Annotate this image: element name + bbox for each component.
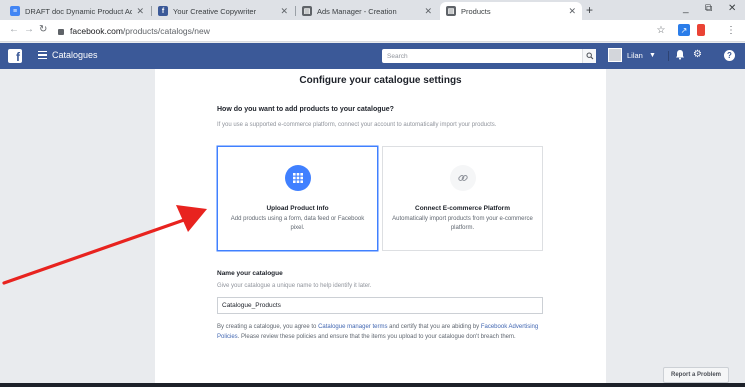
section-title: Catalogues (52, 50, 98, 60)
browser-tab-copywriter[interactable]: f Your Creative Copywriter ✕ (152, 2, 294, 20)
help-icon[interactable]: ? (724, 50, 735, 61)
header-divider (668, 51, 669, 61)
url-path: /products/catalogs/new (122, 26, 210, 36)
terms-text-part: . Please review these policies and ensur… (237, 333, 516, 340)
close-icon[interactable]: ✕ (424, 6, 432, 17)
lock-icon (58, 29, 64, 35)
minimize-icon[interactable]: _ (683, 3, 689, 14)
browser-tab-products[interactable]: ▤ Products ✕ (440, 2, 582, 20)
docs-icon: ≡ (10, 6, 20, 16)
search-input[interactable]: Search (382, 49, 596, 63)
chevron-down-icon[interactable]: ▼ (649, 52, 656, 59)
option-upload-product-info[interactable]: Upload Product Info Add products using a… (217, 146, 378, 251)
search-button[interactable] (582, 49, 596, 63)
close-icon[interactable]: ✕ (568, 6, 576, 17)
hamburger-menu-icon[interactable] (38, 51, 47, 59)
option-description: Automatically import products from your … (392, 216, 533, 231)
question-description: If you use a supported e-commerce platfo… (217, 122, 497, 128)
browser-tab-strip: ≡ DRAFT doc Dynamic Product Ad ✕ f Your … (0, 0, 745, 20)
option-title: Upload Product Info (266, 205, 329, 212)
search-icon (586, 52, 593, 60)
grid-icon (284, 165, 311, 191)
catalogue-settings-panel: Configure your catalogue settings How do… (155, 69, 606, 387)
tab-title: DRAFT doc Dynamic Product Ad (25, 6, 133, 16)
name-catalogue-heading: Name your catalogue (217, 270, 283, 277)
page-title: Configure your catalogue settings (299, 75, 462, 86)
new-tab-button[interactable]: + (586, 3, 593, 17)
question-heading: How do you want to add products to your … (217, 106, 394, 113)
link-icon (449, 165, 476, 191)
browser-toolbar: ← → ↻ facebook.com/products/catalogs/new… (0, 20, 745, 42)
terms-text-part: By creating a catalogue, you agree to (217, 324, 319, 330)
browser-tab-draft-doc[interactable]: ≡ DRAFT doc Dynamic Product Ad ✕ (4, 2, 150, 20)
page-icon: ▤ (302, 6, 312, 16)
option-connect-ecommerce[interactable]: Connect E-commerce Platform Automaticall… (382, 146, 543, 251)
window-close-icon[interactable]: ✕ (728, 3, 736, 14)
tab-title: Your Creative Copywriter (173, 6, 257, 16)
restore-icon[interactable]: ⧉ (705, 3, 712, 14)
name-catalogue-description: Give your catalogue a unique name to hel… (217, 283, 372, 289)
option-title: Connect E-commerce Platform (415, 205, 510, 212)
taskbar-strip (0, 383, 745, 387)
forward-icon[interactable]: → (24, 24, 34, 35)
option-description: Add products using a form, data feed or … (230, 216, 365, 231)
office-extension-icon[interactable] (697, 24, 705, 36)
user-name[interactable]: Lilan (627, 51, 643, 60)
facebook-icon: f (158, 6, 168, 16)
extension-icon[interactable]: ↗ (678, 24, 690, 36)
page-icon: ▤ (446, 6, 456, 16)
tab-title: Ads Manager - Creation (317, 6, 397, 16)
address-bar[interactable]: facebook.com/products/catalogs/new (58, 23, 668, 39)
avatar[interactable] (608, 48, 622, 62)
catalogue-terms-link[interactable]: Catalogue manager terms (318, 324, 387, 330)
facebook-header: f Catalogues Search Lilan ▼ ⚙ ? (0, 43, 745, 69)
menu-kebab-icon[interactable]: ⋮ (725, 24, 737, 36)
catalogue-name-input[interactable] (217, 297, 543, 314)
facebook-logo-icon[interactable]: f (8, 49, 22, 63)
close-icon[interactable]: ✕ (136, 6, 144, 17)
bookmark-star-icon[interactable]: ☆ (655, 24, 667, 36)
reload-icon[interactable]: ↻ (39, 24, 47, 35)
terms-text-part: and certify that you are abiding by (387, 324, 481, 330)
back-icon[interactable]: ← (9, 24, 19, 35)
notifications-bell-icon[interactable] (675, 49, 685, 63)
settings-gear-icon[interactable]: ⚙ (693, 49, 702, 60)
url-host: facebook.com (70, 26, 123, 36)
tab-title: Products (461, 6, 491, 16)
terms-text: By creating a catalogue, you agree to Ca… (217, 323, 547, 342)
search-placeholder: Search (387, 52, 408, 60)
browser-tab-ads-manager[interactable]: ▤ Ads Manager - Creation ✕ (296, 2, 438, 20)
close-icon[interactable]: ✕ (280, 6, 288, 17)
report-problem-button[interactable]: Report a Problem (663, 367, 729, 383)
